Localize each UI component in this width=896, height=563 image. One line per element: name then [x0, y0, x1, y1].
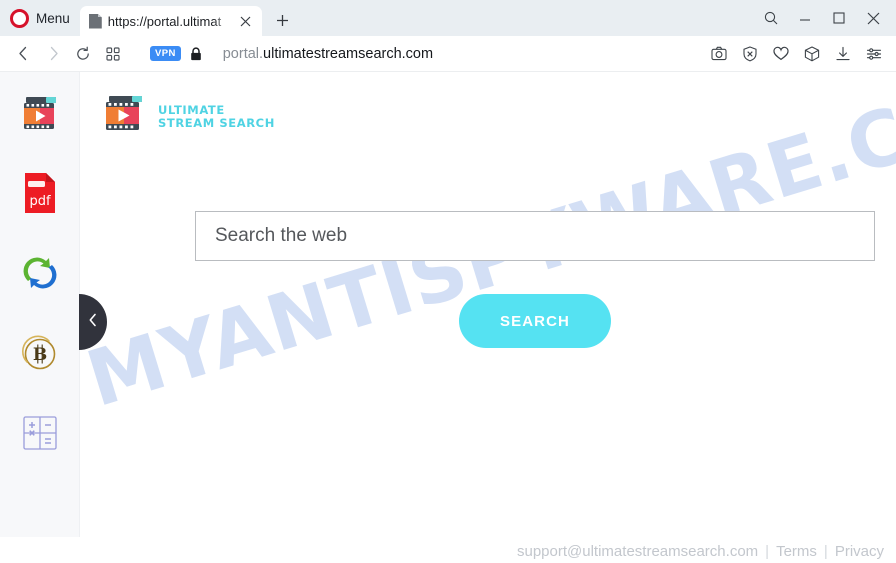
- address-bar-actions: [705, 40, 888, 68]
- site-logo-line1: ULTIMATE: [158, 102, 225, 117]
- opera-sidebar: pdf B: [0, 72, 80, 537]
- plus-icon[interactable]: [273, 10, 293, 30]
- sidebar-item-bitcoin[interactable]: B: [17, 330, 63, 380]
- search-input[interactable]: Search the web: [195, 211, 875, 261]
- url-area[interactable]: VPN portal.ultimatestreamsearch.com: [150, 46, 433, 62]
- support-email-link[interactable]: support@ultimatestreamsearch.com: [517, 543, 758, 560]
- heart-icon[interactable]: [767, 40, 795, 68]
- url-text[interactable]: portal.ultimatestreamsearch.com: [223, 46, 433, 62]
- close-window-icon[interactable]: [858, 3, 888, 33]
- footer-separator-1: |: [765, 543, 770, 560]
- url-prefix: portal.: [222, 45, 264, 62]
- reload-icon[interactable]: [68, 39, 98, 69]
- page-viewport: pdf B ULTIMATE STREAM SEARCH Search the …: [0, 72, 896, 563]
- downloads-icon[interactable]: [829, 40, 857, 68]
- site-logo[interactable]: ULTIMATE STREAM SEARCH: [100, 92, 275, 141]
- opera-menu-button[interactable]: Menu: [0, 0, 80, 36]
- browser-tab[interactable]: https://portal.ultimat: [79, 6, 262, 36]
- tab-strip: Menu https://portal.ultimat: [0, 0, 896, 36]
- site-content: MYANTISPYWARE.COM: [77, 72, 896, 563]
- film-play-icon: [100, 92, 148, 141]
- footer-separator-2: |: [823, 543, 828, 560]
- sidebar-item-file-converter[interactable]: [17, 250, 63, 300]
- close-icon[interactable]: [237, 12, 255, 30]
- bitcoin-icon: B: [19, 332, 61, 379]
- forward-icon[interactable]: [38, 39, 68, 69]
- pdf-converter-icon: pdf: [23, 172, 57, 219]
- menu-label: Menu: [36, 10, 70, 26]
- tab-search-icon[interactable]: [756, 3, 786, 33]
- adblock-shield-icon[interactable]: [736, 40, 764, 68]
- privacy-link[interactable]: Privacy: [835, 543, 884, 560]
- crypto-wallet-icon[interactable]: [798, 40, 826, 68]
- site-logo-text: ULTIMATE STREAM SEARCH: [158, 102, 275, 130]
- back-icon[interactable]: [8, 39, 38, 69]
- calculator-icon: [22, 415, 58, 456]
- file-converter-icon: [19, 252, 61, 299]
- address-bar: VPN portal.ultimatestreamsearch.com: [0, 36, 896, 72]
- terms-link[interactable]: Terms: [776, 543, 817, 560]
- grid-icon[interactable]: [98, 39, 128, 69]
- snapshot-icon[interactable]: [705, 40, 733, 68]
- window-controls: [756, 0, 896, 36]
- search-button[interactable]: SEARCH: [459, 294, 611, 348]
- svg-text:B: B: [32, 345, 46, 365]
- opera-logo-icon: [10, 8, 29, 28]
- video-downloader-icon: [18, 91, 62, 140]
- site-logo-line2: STREAM SEARCH: [158, 115, 275, 130]
- tab-title: https://portal.ultimat: [107, 13, 222, 29]
- minimize-icon[interactable]: [790, 3, 820, 33]
- easy-setup-icon[interactable]: [860, 40, 888, 68]
- svg-text:pdf: pdf: [29, 194, 51, 209]
- sidebar-item-pdf-converter[interactable]: pdf: [17, 170, 63, 220]
- url-domain: ultimatestreamsearch.com: [263, 45, 434, 62]
- browser-window: Menu https://portal.ultimat VPN portal.u…: [0, 0, 896, 563]
- sidebar-item-video-downloader[interactable]: [17, 90, 63, 140]
- maximize-icon[interactable]: [824, 3, 854, 33]
- sidebar-item-calculator[interactable]: [17, 410, 63, 460]
- vpn-badge[interactable]: VPN: [150, 46, 181, 61]
- page-icon: [88, 13, 102, 29]
- lock-icon[interactable]: [190, 46, 202, 61]
- site-footer: support@ultimatestreamsearch.com | Terms…: [517, 543, 884, 560]
